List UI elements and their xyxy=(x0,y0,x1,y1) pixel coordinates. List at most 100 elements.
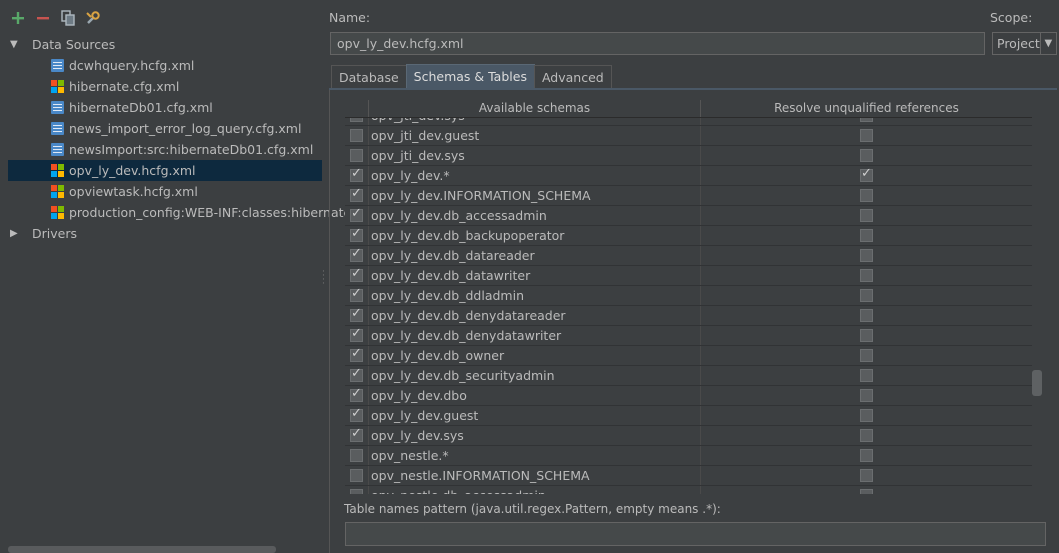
table-row[interactable]: opv_ly_dev.db_denydatawriter xyxy=(345,326,1032,346)
resolve-checkbox[interactable] xyxy=(860,449,873,462)
table-row[interactable]: opv_ly_dev.* xyxy=(345,166,1032,186)
add-icon[interactable] xyxy=(10,10,26,26)
table-row[interactable]: opv_nestle.* xyxy=(345,446,1032,466)
tree-group-drivers[interactable]: ▶ Drivers xyxy=(8,223,322,244)
tree-item-label: dcwhquery.hcfg.xml xyxy=(69,58,195,73)
schema-checkbox[interactable] xyxy=(350,346,363,362)
tree-item[interactable]: production_config:WEB-INF:classes:hibern… xyxy=(8,202,351,223)
table-row[interactable]: opv_ly_dev.db_datareader xyxy=(345,246,1032,266)
remove-icon[interactable] xyxy=(35,10,51,26)
resolve-checkbox[interactable] xyxy=(860,269,873,282)
name-input[interactable] xyxy=(330,32,985,55)
table-row[interactable]: opv_ly_dev.db_accessadmin xyxy=(345,206,1032,226)
ms-icon xyxy=(51,80,64,93)
tree-item[interactable]: hibernateDb01.cfg.xml xyxy=(8,97,322,118)
tree-item[interactable]: news_import_error_log_query.cfg.xml xyxy=(8,118,322,139)
tree-item-label: hibernate.cfg.xml xyxy=(69,79,180,94)
resolve-checkbox[interactable] xyxy=(860,249,873,262)
table-row[interactable]: opv_ly_dev.db_denydatareader xyxy=(345,306,1032,326)
schema-checkbox[interactable] xyxy=(350,129,363,142)
tree-item-label: news_import_error_log_query.cfg.xml xyxy=(69,121,302,136)
resolve-checkbox[interactable] xyxy=(860,489,873,494)
schema-checkbox[interactable] xyxy=(350,406,363,422)
resolve-checkbox[interactable] xyxy=(860,329,873,342)
table-row[interactable]: opv_ly_dev.guest xyxy=(345,406,1032,426)
tab-database[interactable]: Database xyxy=(331,65,407,88)
schema-checkbox[interactable] xyxy=(350,246,363,262)
resolve-checkbox[interactable] xyxy=(860,409,873,422)
scope-select[interactable]: Project ▼ xyxy=(992,32,1057,55)
schema-name: opv_ly_dev.* xyxy=(369,166,701,185)
header-resolve-references[interactable]: Resolve unqualified references xyxy=(701,100,1032,117)
schema-checkbox[interactable] xyxy=(350,469,363,482)
table-row[interactable]: opv_ly_dev.db_owner xyxy=(345,346,1032,366)
schema-checkbox[interactable] xyxy=(350,286,363,302)
tab-advanced[interactable]: Advanced xyxy=(533,65,612,88)
schema-checkbox[interactable] xyxy=(350,366,363,382)
schema-checkbox[interactable] xyxy=(350,306,363,322)
header-available-schemas[interactable]: Available schemas xyxy=(369,100,701,117)
expanded-triangle-icon[interactable]: ▼ xyxy=(10,39,24,50)
table-row[interactable]: opv_ly_dev.db_datawriter xyxy=(345,266,1032,286)
schema-checkbox-cell xyxy=(345,186,369,205)
table-row[interactable]: opv_nestle.INFORMATION_SCHEMA xyxy=(345,466,1032,486)
table-header: Available schemas Resolve unqualified re… xyxy=(345,100,1032,118)
resolve-checkbox[interactable] xyxy=(860,289,873,302)
tree-item[interactable]: opv_ly_dev.hcfg.xml xyxy=(8,160,322,181)
schema-checkbox[interactable] xyxy=(350,186,363,202)
resolve-checkbox[interactable] xyxy=(860,189,873,202)
schema-checkbox-cell xyxy=(345,166,369,185)
tree-item[interactable]: opviewtask.hcfg.xml xyxy=(8,181,322,202)
schema-checkbox[interactable] xyxy=(350,149,363,162)
schema-name: opv_ly_dev.db_owner xyxy=(369,346,701,365)
vertical-scrollbar-thumb[interactable] xyxy=(1032,370,1042,396)
resolve-checkbox[interactable] xyxy=(860,149,873,162)
table-row[interactable]: opv_nestle.db_accessadmin xyxy=(345,486,1032,494)
splitter-handle[interactable]: · · · · xyxy=(322,268,326,290)
table-pattern-input[interactable] xyxy=(345,522,1046,546)
schema-checkbox[interactable] xyxy=(350,326,363,342)
resolve-checkbox[interactable] xyxy=(860,349,873,362)
table-row[interactable]: opv_ly_dev.INFORMATION_SCHEMA xyxy=(345,186,1032,206)
settings-icon[interactable] xyxy=(85,10,101,26)
table-row[interactable]: opv_ly_dev.db_backupoperator xyxy=(345,226,1032,246)
schema-checkbox[interactable] xyxy=(350,426,363,442)
schema-checkbox[interactable] xyxy=(350,449,363,462)
horizontal-scrollbar[interactable] xyxy=(8,546,276,553)
resolve-checkbox[interactable] xyxy=(860,429,873,442)
schema-checkbox[interactable] xyxy=(350,118,363,122)
schema-checkbox[interactable] xyxy=(350,266,363,282)
resolve-checkbox[interactable] xyxy=(860,118,873,122)
resolve-checkbox[interactable] xyxy=(860,469,873,482)
resolve-checkbox[interactable] xyxy=(860,369,873,382)
tree-group-data-sources[interactable]: ▼ Data Sources xyxy=(8,34,322,55)
table-row[interactable]: opv_jti_dev.guest xyxy=(345,126,1032,146)
tree-item[interactable]: dcwhquery.hcfg.xml xyxy=(8,55,322,76)
chevron-down-icon[interactable]: ▼ xyxy=(1039,33,1056,54)
table-row[interactable]: opv_jti_dev.sys xyxy=(345,118,1032,126)
resolve-checkbox[interactable] xyxy=(860,389,873,402)
table-row[interactable]: opv_ly_dev.db_securityadmin xyxy=(345,366,1032,386)
table-row[interactable]: opv_ly_dev.dbo xyxy=(345,386,1032,406)
table-row[interactable]: opv_jti_dev.sys xyxy=(345,146,1032,166)
schema-name: opv_ly_dev.db_denydatareader xyxy=(369,306,701,325)
schema-checkbox[interactable] xyxy=(350,226,363,242)
resolve-checkbox[interactable] xyxy=(860,129,873,142)
tree-item[interactable]: hibernate.cfg.xml xyxy=(8,76,322,97)
schema-checkbox[interactable] xyxy=(350,386,363,402)
resolve-checkbox[interactable] xyxy=(860,166,873,182)
resolve-checkbox[interactable] xyxy=(860,229,873,242)
table-row[interactable]: opv_ly_dev.sys xyxy=(345,426,1032,446)
table-row[interactable]: opv_ly_dev.db_ddladmin xyxy=(345,286,1032,306)
schema-checkbox[interactable] xyxy=(350,489,363,494)
resolve-checkbox-cell xyxy=(701,386,1032,405)
schema-checkbox[interactable] xyxy=(350,166,363,182)
schema-checkbox[interactable] xyxy=(350,206,363,222)
resolve-checkbox[interactable] xyxy=(860,309,873,322)
resolve-checkbox[interactable] xyxy=(860,209,873,222)
tab-schemas-tables[interactable]: Schemas & Tables xyxy=(405,64,535,88)
tree-item[interactable]: newsImport:src:hibernateDb01.cfg.xml xyxy=(8,139,322,160)
resolve-checkbox-cell xyxy=(701,126,1032,145)
collapsed-triangle-icon[interactable]: ▶ xyxy=(10,228,24,239)
copy-icon[interactable] xyxy=(60,10,76,26)
